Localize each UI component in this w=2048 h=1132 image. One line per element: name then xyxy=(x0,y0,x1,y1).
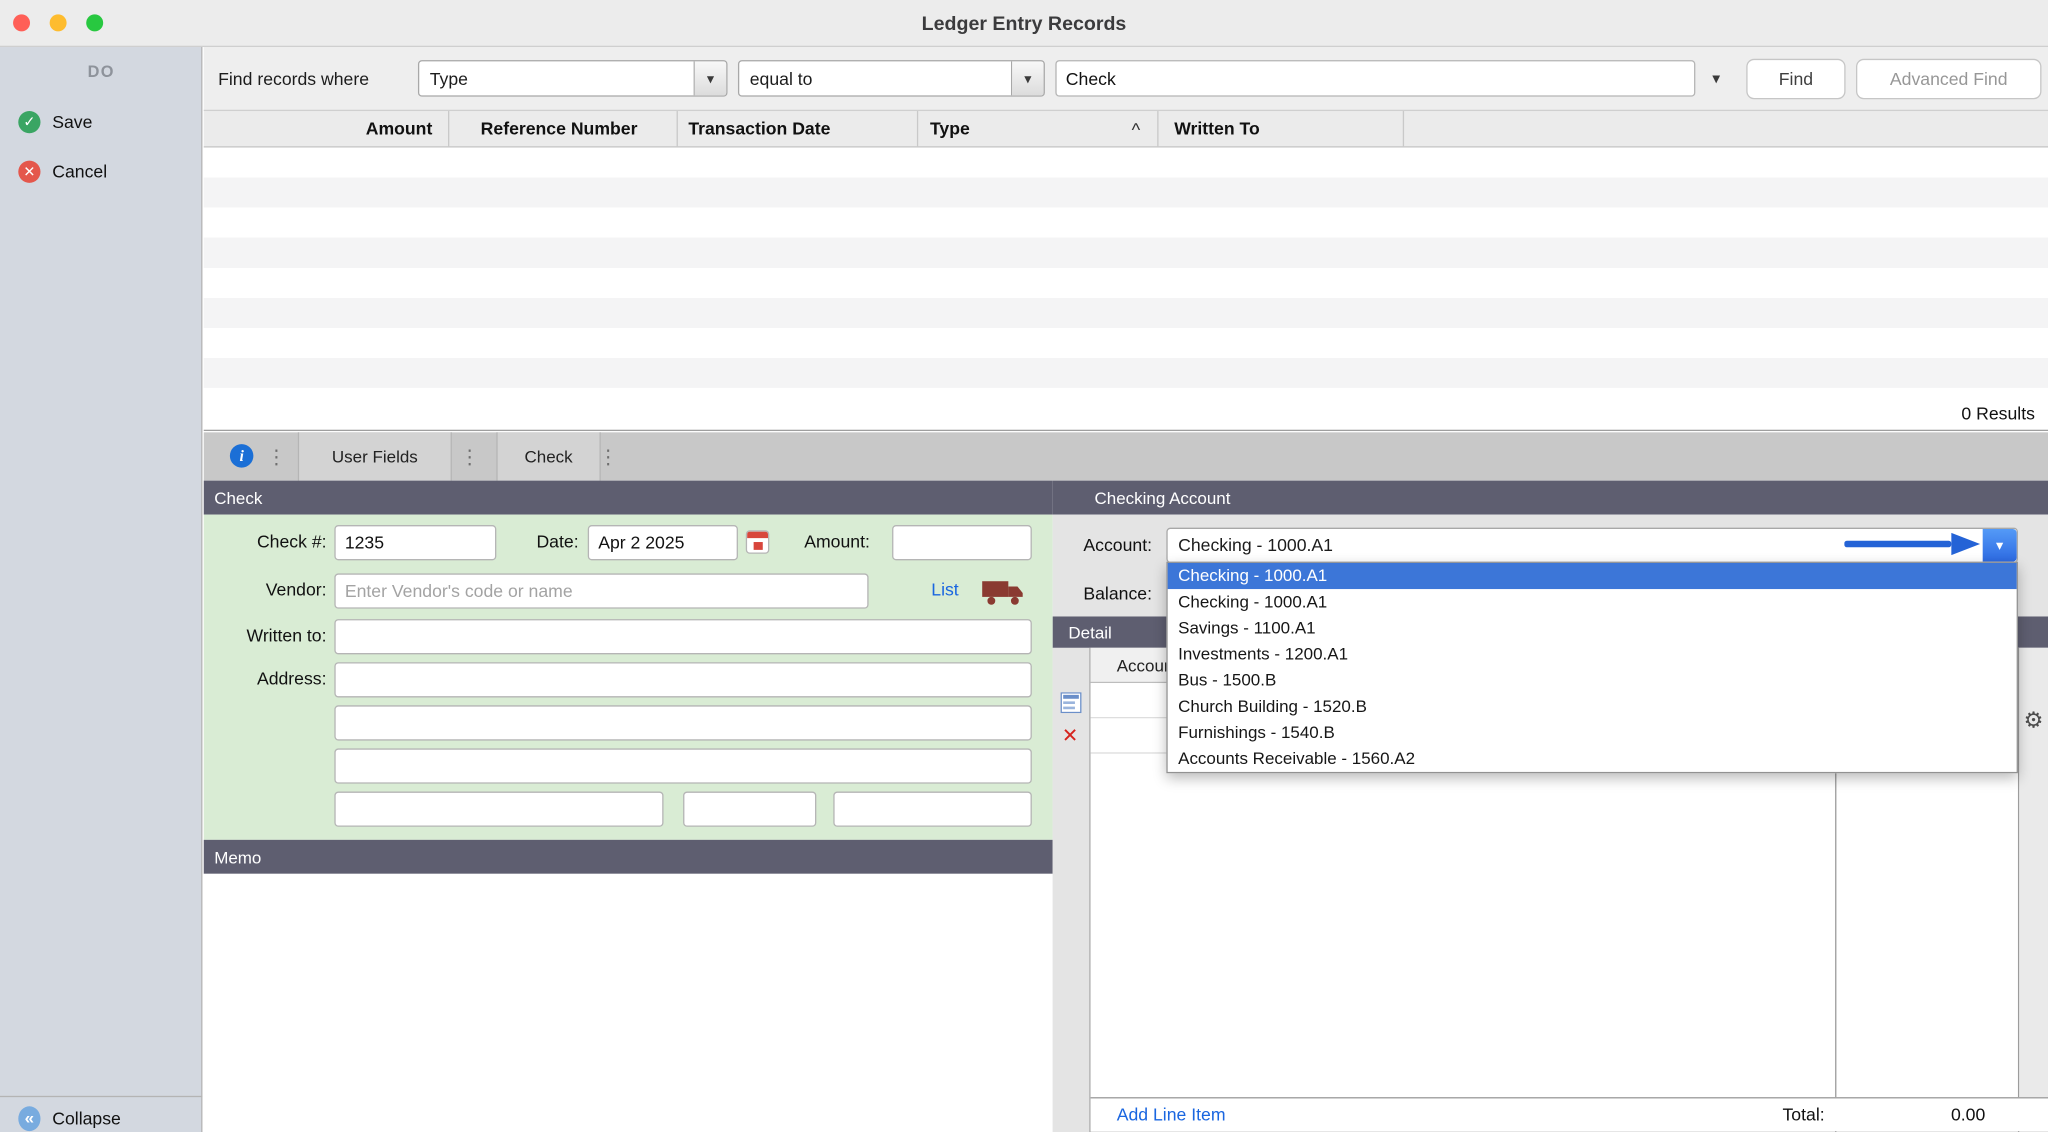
info-icon[interactable]: i xyxy=(230,444,254,468)
check-panel-header: Check xyxy=(204,481,1053,515)
save-label: Save xyxy=(52,112,92,132)
drag-handle-icon[interactable]: ⋮ xyxy=(266,432,286,480)
address-line2-input[interactable] xyxy=(334,705,1031,740)
written-to-input[interactable] xyxy=(334,619,1031,654)
find-field-select[interactable]: Type ▾ xyxy=(418,60,728,97)
check-panel: Check #: Date: Amount: Vendor: List Writ… xyxy=(204,515,1053,840)
save-button[interactable]: ✓ Save xyxy=(18,108,92,134)
column-header-amount[interactable]: Amount xyxy=(204,111,450,146)
drag-handle-icon[interactable]: ⋮ xyxy=(460,432,480,480)
total-value: 0.00 xyxy=(1836,1098,2001,1132)
vendor-label: Vendor: xyxy=(204,580,327,600)
cancel-label: Cancel xyxy=(52,161,107,181)
vendor-input[interactable] xyxy=(334,573,868,608)
tab-strip: i ⋮ User Fields ⋮ Check ⋮ xyxy=(204,432,2048,480)
collapse-label: Collapse xyxy=(52,1108,121,1128)
find-records-where-label: Find records where xyxy=(218,47,369,110)
vendor-truck-icon[interactable] xyxy=(981,577,1025,606)
memo-field[interactable] xyxy=(204,874,1053,1132)
collapse-chevrons-icon: « xyxy=(18,1106,40,1131)
sidebar: DO ✓ Save ✕ Cancel « Collapse xyxy=(0,47,202,1132)
column-header-transaction-date[interactable]: Transaction Date xyxy=(678,111,918,146)
city-input[interactable] xyxy=(334,792,663,827)
balance-label: Balance: xyxy=(1058,584,1152,604)
advanced-find-button[interactable]: Advanced Find xyxy=(1856,59,2041,99)
state-input[interactable] xyxy=(683,792,816,827)
dropdown-option[interactable]: Investments - 1200.A1 xyxy=(1168,641,2017,667)
calendar-icon[interactable] xyxy=(746,530,770,554)
select-chevron-icon: ▾ xyxy=(1011,61,1044,95)
dropdown-option[interactable]: Checking - 1000.A1 xyxy=(1168,589,2017,615)
window-title: Ledger Entry Records xyxy=(0,0,2048,47)
account-label: Account: xyxy=(1058,536,1152,556)
account-dropdown-menu: Checking - 1000.A1 Checking - 1000.A1 Sa… xyxy=(1166,562,2018,774)
address-line1-input[interactable] xyxy=(334,662,1031,697)
line-item-detail-icon[interactable] xyxy=(1061,692,1082,713)
dropdown-option[interactable]: Bus - 1500.B xyxy=(1168,667,2017,693)
minimize-window-icon[interactable] xyxy=(50,14,67,31)
collapse-sidebar-button[interactable]: « Collapse xyxy=(18,1105,121,1131)
column-header-reference-number[interactable]: Reference Number xyxy=(449,111,678,146)
find-operator-select[interactable]: equal to ▾ xyxy=(738,60,1045,97)
dropdown-option[interactable]: Savings - 1100.A1 xyxy=(1168,615,2017,641)
tab-check[interactable]: Check xyxy=(496,432,600,480)
add-line-item-link[interactable]: Add Line Item xyxy=(1117,1098,1226,1132)
find-field-value: Type xyxy=(430,61,690,95)
select-chevron-icon: ▾ xyxy=(694,61,727,95)
results-count: 0 Results xyxy=(1961,404,2035,424)
address-line3-input[interactable] xyxy=(334,748,1031,783)
close-window-icon[interactable] xyxy=(13,14,30,31)
date-input[interactable] xyxy=(588,525,738,560)
cancel-x-icon: ✕ xyxy=(18,160,40,182)
find-disclosure-icon[interactable]: ▾ xyxy=(1702,47,1731,110)
dropdown-option[interactable]: Furnishings - 1540.B xyxy=(1168,720,2017,746)
find-operator-value: equal to xyxy=(750,61,1007,95)
date-label: Date: xyxy=(516,532,579,552)
app-window: Ledger Entry Records DO ✓ Save ✕ Cancel … xyxy=(0,0,2048,1132)
dropdown-option[interactable]: Checking - 1000.A1 xyxy=(1168,563,2017,589)
column-header-spacer xyxy=(1404,111,2048,146)
delete-line-item-icon[interactable]: ✕ xyxy=(1062,724,1078,748)
empty-rows-stripes xyxy=(204,148,2048,388)
amount-input[interactable] xyxy=(892,525,1032,560)
total-label: Total: xyxy=(1640,1098,1824,1132)
column-header-written-to[interactable]: Written To xyxy=(1159,111,1405,146)
vendor-list-link[interactable]: List xyxy=(931,580,958,600)
address-label: Address: xyxy=(204,669,327,689)
save-check-icon: ✓ xyxy=(18,110,40,132)
detail-row-rail: ✕ xyxy=(1053,648,1091,1132)
sort-ascending-icon: ^ xyxy=(1132,118,1141,139)
drag-handle-icon[interactable]: ⋮ xyxy=(598,432,618,480)
zip-input[interactable] xyxy=(833,792,1032,827)
column-header-type[interactable]: Type ^ xyxy=(918,111,1158,146)
memo-header: Memo xyxy=(204,840,1053,874)
dropdown-option[interactable]: Accounts Receivable - 1560.A2 xyxy=(1168,746,2017,772)
sidebar-divider xyxy=(0,1096,202,1097)
settings-gear-icon[interactable]: ⚙ xyxy=(2019,707,2048,736)
results-header-row: Amount Reference Number Transaction Date… xyxy=(204,110,2048,148)
zoom-window-icon[interactable] xyxy=(86,14,103,31)
find-button[interactable]: Find xyxy=(1746,59,1845,99)
account-dropdown-button[interactable]: ▾ xyxy=(1983,529,2017,562)
dropdown-option[interactable]: Church Building - 1520.B xyxy=(1168,694,2017,720)
cancel-button[interactable]: ✕ Cancel xyxy=(18,158,107,184)
sidebar-header: DO xyxy=(0,63,202,81)
written-to-label: Written to: xyxy=(204,626,327,646)
annotation-arrow-icon xyxy=(1844,528,1982,562)
check-number-label: Check #: xyxy=(204,532,327,552)
tab-user-fields[interactable]: User Fields xyxy=(298,432,452,480)
find-bar: Find records where Type ▾ equal to ▾ ▾ F… xyxy=(204,47,2048,110)
amount-label: Amount: xyxy=(784,532,870,552)
results-list: 0 Results xyxy=(204,148,2048,431)
find-value-input[interactable] xyxy=(1055,60,1695,97)
checking-account-header: Checking Account xyxy=(1053,481,2048,515)
check-number-input[interactable] xyxy=(334,525,496,560)
